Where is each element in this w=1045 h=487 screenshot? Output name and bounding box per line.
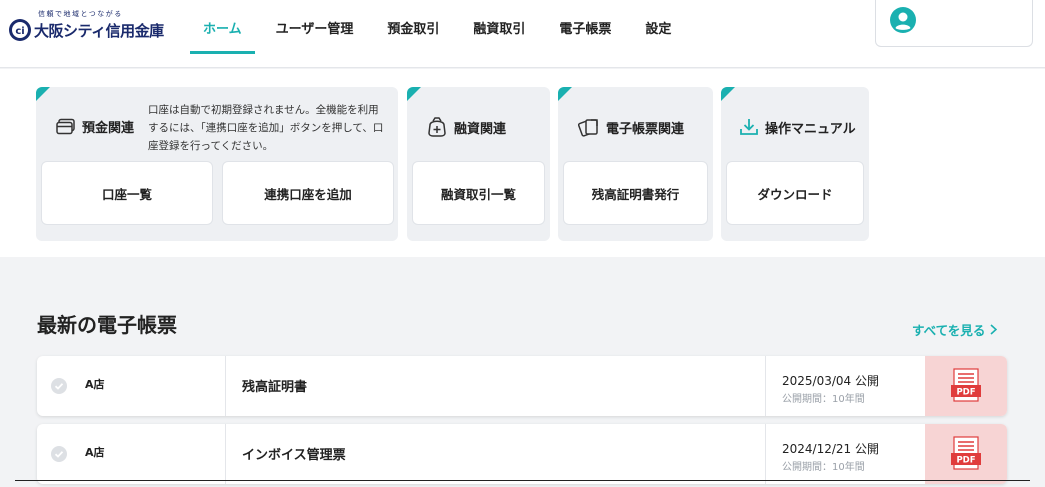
document-publication-period: 公開期間：10年間 — [782, 394, 865, 405]
add-linked-account-button[interactable]: 連携口座を追加 — [222, 161, 394, 225]
nav-deposit-transactions[interactable]: 預金取引 — [374, 0, 452, 54]
issue-balance-certificate-button[interactable]: 残高証明書発行 — [563, 161, 708, 225]
deposit-card-title-text: 預金関連 — [82, 121, 135, 136]
loan-transactions-list-button[interactable]: 融資取引一覧 — [412, 161, 545, 225]
document-published-date: 2025/03/04 公開 — [782, 374, 879, 388]
nav-loan-transactions[interactable]: 融資取引 — [460, 0, 538, 54]
nav-user-management[interactable]: ユーザー管理 — [263, 0, 367, 54]
quick-actions-panel: 預金関連 口座は自動で初期登録されません。全機能を利用するには、「連携口座を追加… — [0, 69, 1045, 257]
pdf-file-icon: PDF — [951, 436, 981, 470]
document-publication-period: 公開期間：10年間 — [782, 462, 865, 473]
document-published-date: 2024/12/21 公開 — [782, 442, 879, 456]
check-circle-icon — [51, 378, 67, 394]
logo-mark-icon: ci — [9, 19, 31, 41]
deposit-card-title: 預金関連 — [56, 117, 134, 136]
loan-bag-icon — [428, 117, 446, 137]
loan-card-title-text: 融資関連 — [454, 121, 507, 137]
document-branch: A店 — [85, 378, 105, 391]
nav-home[interactable]: ホーム — [190, 0, 255, 54]
user-circle-icon — [890, 7, 916, 33]
nav-electronic-documents[interactable]: 電子帳票 — [546, 0, 624, 54]
latest-docs-title: 最新の電子帳票 — [37, 313, 177, 337]
card-icon — [56, 118, 75, 134]
pdf-label: PDF — [956, 456, 975, 466]
user-menu[interactable] — [875, 0, 1033, 47]
edoc-card-title-text: 電子帳票関連 — [606, 121, 685, 137]
header: ci 信頼で地域とつながる 大阪シティ信用金庫 ホーム ユーザー管理 預金取引 … — [0, 0, 1045, 68]
document-name: 残高証明書 — [242, 380, 308, 395]
card-corner-accent — [36, 87, 50, 101]
download-manual-button[interactable]: ダウンロード — [726, 161, 864, 225]
see-all-link[interactable]: すべてを見る — [912, 320, 998, 339]
document-row[interactable]: A店 インボイス管理票 2024/12/21 公開 公開期間：10年間 PDF — [37, 424, 1007, 484]
main-nav: ホーム ユーザー管理 預金取引 融資取引 電子帳票 設定 — [190, 0, 692, 54]
card-corner-accent — [721, 87, 735, 101]
check-circle-icon — [51, 446, 67, 462]
card-corner-accent — [558, 87, 572, 101]
deposit-card: 預金関連 口座は自動で初期登録されません。全機能を利用するには、「連携口座を追加… — [36, 87, 398, 241]
pdf-download-button[interactable]: PDF — [925, 424, 1007, 484]
download-icon — [740, 119, 758, 135]
deposit-card-description: 口座は自動で初期登録されません。全機能を利用するには、「連携口座を追加」ボタンを… — [148, 104, 384, 152]
brand-tagline: 信頼で地域とつながる — [38, 10, 123, 18]
pdf-download-button[interactable]: PDF — [925, 356, 1007, 416]
chevron-right-icon — [990, 324, 998, 335]
document-row[interactable]: A店 残高証明書 2025/03/04 公開 公開期間：10年間 PDF — [37, 356, 1007, 416]
documents-icon — [578, 119, 598, 137]
nav-settings[interactable]: 設定 — [632, 0, 684, 54]
edoc-card-title: 電子帳票関連 — [578, 117, 684, 137]
svg-text:ci: ci — [15, 26, 24, 37]
card-corner-accent — [407, 87, 421, 101]
divider — [15, 480, 1030, 481]
brand-logo[interactable]: ci 信頼で地域とつながる 大阪シティ信用金庫 — [8, 8, 178, 48]
edoc-card: 電子帳票関連 残高証明書発行 — [558, 87, 713, 241]
brand-name: 大阪シティ信用金庫 — [34, 22, 164, 40]
loan-card: 融資関連 融資取引一覧 — [407, 87, 550, 241]
pdf-label: PDF — [956, 388, 975, 398]
loan-card-title: 融資関連 — [426, 117, 506, 137]
pdf-file-icon: PDF — [951, 368, 981, 402]
document-name: インボイス管理票 — [242, 448, 346, 463]
manual-card-title-text: 操作マニュアル — [765, 121, 856, 137]
document-branch: A店 — [85, 446, 105, 459]
manual-card: 操作マニュアル ダウンロード — [721, 87, 869, 241]
see-all-label: すべてを見る — [912, 323, 986, 338]
divider — [225, 424, 226, 484]
divider — [225, 356, 226, 416]
manual-card-title: 操作マニュアル — [739, 117, 856, 137]
divider — [765, 424, 766, 484]
divider — [765, 356, 766, 416]
account-list-button[interactable]: 口座一覧 — [41, 161, 213, 225]
